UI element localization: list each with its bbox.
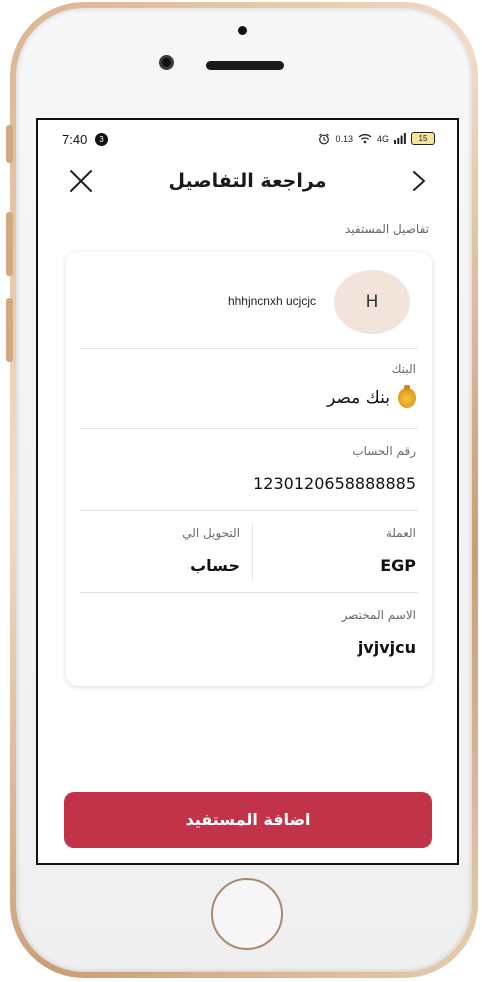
proximity-sensor bbox=[238, 26, 247, 35]
alarm-icon bbox=[319, 133, 330, 144]
beneficiary-name: hhhjncnxh ucjcjc bbox=[227, 294, 316, 308]
signal-icon bbox=[394, 133, 406, 144]
transfer-to-value: حساب bbox=[190, 556, 240, 575]
notification-badge: 3 bbox=[95, 133, 108, 146]
wifi-icon bbox=[358, 134, 372, 144]
status-bar: 7:40 3 0.13 4G 15 bbox=[38, 120, 457, 150]
chevron-right-icon[interactable] bbox=[407, 166, 431, 196]
nickname-value: jvjvjcu bbox=[357, 638, 416, 657]
home-button[interactable] bbox=[211, 878, 283, 950]
status-time: 7:40 bbox=[62, 132, 88, 147]
header: مراجعة التفاصيل bbox=[38, 160, 457, 204]
currency-label: العملة bbox=[385, 526, 416, 540]
account-number-value: 1230120658888885 bbox=[253, 474, 416, 493]
add-beneficiary-button[interactable]: اضافة المستفيد bbox=[64, 792, 432, 848]
mute-switch bbox=[6, 125, 13, 163]
currency-value: EGP bbox=[380, 556, 416, 575]
avatar: H bbox=[334, 270, 410, 334]
account-number-label: رقم الحساب bbox=[352, 444, 416, 458]
status-icons: 0.13 4G 15 bbox=[318, 132, 435, 145]
app-screen: 7:40 3 0.13 4G 15 مراجعة التفاصيل تفاصيل… bbox=[36, 118, 459, 865]
bank-logo-icon bbox=[398, 385, 416, 408]
volume-down-button bbox=[6, 298, 13, 362]
bank-label: البنك bbox=[391, 362, 416, 376]
signal-type: 4G bbox=[376, 133, 389, 144]
page-title: مراجعة التفاصيل bbox=[168, 170, 327, 192]
divider bbox=[80, 348, 418, 349]
divider bbox=[80, 592, 418, 593]
column-separator bbox=[252, 524, 253, 580]
divider bbox=[80, 510, 418, 511]
earpiece-speaker bbox=[206, 61, 284, 70]
transfer-to-label: التحويل الي bbox=[182, 526, 240, 540]
nickname-label: الاسم المختصر bbox=[341, 608, 416, 622]
beneficiary-card: H hhhjncnxh ucjcjc البنك بنك مصر رقم الح… bbox=[66, 252, 432, 686]
bank-name: بنك مصر bbox=[327, 388, 390, 408]
volume-up-button bbox=[6, 212, 13, 276]
battery-icon: 15 bbox=[411, 132, 435, 145]
front-camera bbox=[159, 55, 174, 70]
bank-row: بنك مصر bbox=[327, 385, 416, 408]
section-label: تفاصيل المستفيد bbox=[344, 222, 429, 236]
divider bbox=[80, 428, 418, 429]
network-speed: 0.13 bbox=[335, 133, 353, 144]
